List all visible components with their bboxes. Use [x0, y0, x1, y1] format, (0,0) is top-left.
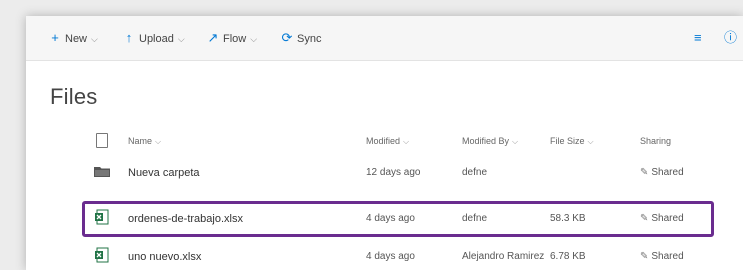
document-library-panel: + New ⌵ ↑ Upload ⌵ ↗ Flow ⌵ ⟳ Sync ≡ ⓘ Files Na…: [26, 16, 743, 270]
excel-file-icon: [90, 242, 114, 270]
sync-label: Sync: [297, 33, 322, 45]
file-size-value: [550, 158, 630, 188]
chevron-down-icon: ⌵: [250, 34, 258, 44]
sync-icon: ⟳: [281, 30, 293, 45]
table-row[interactable]: uno nuevo.xlsx 4 days ago Alejandro Rami…: [26, 242, 743, 270]
sharing-column-header[interactable]: Sharing: [640, 126, 730, 156]
chevron-down-icon: ⌵: [512, 137, 519, 146]
upload-arrow-icon: ↑: [125, 30, 133, 45]
upload-button[interactable]: ↑ Upload ⌵: [122, 28, 185, 48]
chevron-down-icon: ⌵: [155, 137, 162, 146]
file-name-link[interactable]: Nueva carpeta: [128, 158, 358, 188]
table-header-row: Name ⌵ Modified ⌵ Modified By ⌵ File Size ⌵ …: [26, 126, 743, 156]
flow-label: Flow: [223, 33, 247, 45]
modified-value: 4 days ago: [366, 251, 415, 262]
chevron-down-icon: ⌵: [91, 34, 98, 44]
selected-row-highlight: [82, 201, 714, 237]
chevron-down-icon: ⌵: [587, 137, 594, 146]
sync-button[interactable]: ⟳ Sync: [280, 28, 322, 48]
view-options-icon[interactable]: ≡: [694, 28, 702, 48]
name-header-label: Name: [128, 136, 153, 146]
sharing-label: Shared: [651, 251, 684, 262]
info-icon[interactable]: ⓘ: [724, 28, 737, 48]
modified-header-label: Modified: [366, 136, 401, 146]
file-type-column-header[interactable]: [90, 126, 114, 156]
sharing-status[interactable]: ✎ Shared: [640, 158, 730, 188]
pencil-icon: ✎: [640, 167, 649, 178]
command-bar: + New ⌵ ↑ Upload ⌵ ↗ Flow ⌵ ⟳ Sync ≡ ⓘ: [26, 16, 743, 61]
modified-by-column-header[interactable]: Modified By ⌵: [462, 126, 552, 156]
sharing-label: Shared: [651, 167, 684, 178]
file-size-column-header[interactable]: File Size ⌵: [550, 126, 630, 156]
sharing-header-label: Sharing: [640, 136, 672, 146]
file-name-link[interactable]: uno nuevo.xlsx: [128, 242, 358, 270]
document-icon: [96, 133, 108, 149]
new-label: New: [65, 33, 88, 45]
chevron-down-icon: ⌵: [403, 137, 410, 146]
modified-by-value: defne: [462, 167, 488, 178]
file-size-value: 6.78 KB: [550, 251, 586, 262]
new-button[interactable]: + New ⌵: [48, 28, 98, 48]
sharing-status[interactable]: ✎ Shared: [640, 242, 730, 270]
file-size-header-label: File Size: [550, 136, 585, 146]
flow-icon: ↗: [207, 30, 219, 45]
name-column-header[interactable]: Name ⌵: [128, 126, 358, 156]
screenshot-frame: + New ⌵ ↑ Upload ⌵ ↗ Flow ⌵ ⟳ Sync ≡ ⓘ Files Na…: [0, 0, 743, 270]
table-row[interactable]: Nueva carpeta 12 days ago defne ✎ Shared: [26, 158, 743, 188]
chevron-down-icon: ⌵: [177, 34, 185, 44]
page-title: Files: [50, 84, 98, 109]
pencil-icon: ✎: [640, 251, 649, 262]
upload-label: Upload: [139, 33, 174, 45]
modified-column-header[interactable]: Modified ⌵: [366, 126, 456, 156]
modified-by-header-label: Modified By: [462, 136, 510, 146]
flow-button[interactable]: ↗ Flow ⌵: [206, 28, 258, 48]
folder-icon: [90, 158, 114, 188]
modified-by-value: Alejandro Ramirez: [462, 251, 545, 262]
modified-value: 12 days ago: [366, 167, 421, 178]
plus-icon: +: [51, 30, 59, 45]
